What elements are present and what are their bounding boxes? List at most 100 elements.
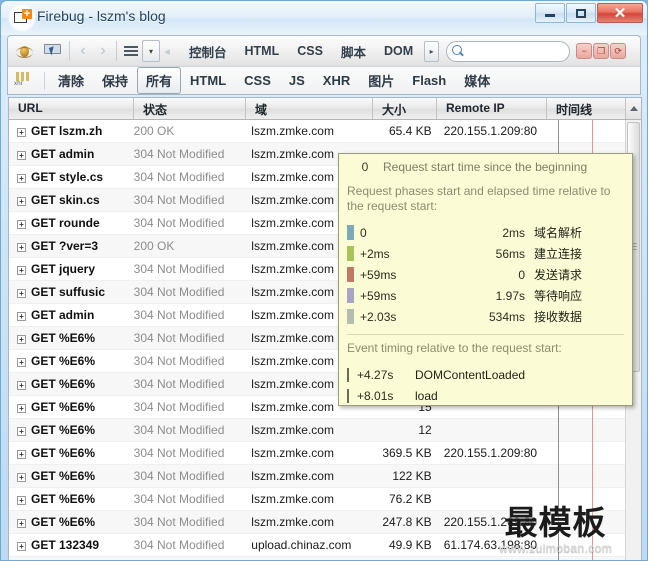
expand-icon[interactable]: + [17, 289, 26, 298]
expand-icon[interactable]: + [17, 496, 26, 505]
filter-all[interactable]: 所有 [137, 67, 182, 94]
cell-status: 304 Not Modified [133, 170, 225, 184]
fb-close-button[interactable]: ⟳ [610, 43, 627, 59]
table-row[interactable]: + GET %E6% 304 Not Modified lszm.zmke.com 76… [9, 488, 641, 511]
table-row[interactable]: + GET %E6% 304 Not Modified lszm.zmke.com 24… [9, 511, 641, 534]
maximize-button[interactable] [566, 3, 596, 23]
column-header-status[interactable]: 状态 [134, 98, 246, 119]
expand-icon[interactable]: + [17, 358, 26, 367]
cell-url: + GET jquery [9, 262, 134, 276]
expand-icon[interactable]: + [17, 220, 26, 229]
xhr-icon-label: xhr [14, 80, 24, 87]
column-header-timeline[interactable]: 时间线 [547, 98, 627, 119]
minimize-button[interactable] [535, 3, 565, 23]
column-header-domain[interactable]: 域 [246, 98, 373, 119]
cell-status: 304 Not Modified [133, 216, 225, 230]
tab-dom[interactable]: DOM [375, 40, 422, 62]
cell-status: 304 Not Modified [133, 492, 225, 506]
fb-detach-button[interactable]: ❐ [593, 43, 610, 59]
expand-icon[interactable]: + [17, 174, 26, 183]
search-icon [451, 44, 464, 58]
cell-url: + GET %E6% [9, 515, 134, 529]
table-row[interactable]: +GET 132349304 Not Modifiedupload.chinaz… [9, 557, 641, 560]
cell-remote-ip: 220.155.1.209:80 [443, 124, 538, 138]
table-row[interactable]: + GET %E6% 304 Not Modified lszm.zmke.com 36… [9, 442, 641, 465]
expand-icon[interactable]: + [17, 312, 26, 321]
cell-url: + GET admin [9, 147, 134, 161]
expand-icon[interactable]: + [17, 519, 26, 528]
expand-icon[interactable]: + [17, 266, 26, 275]
table-row[interactable]: + GET %E6% 304 Not Modified lszm.zmke.com 12… [9, 465, 641, 488]
phase-color-swatch [347, 267, 354, 282]
cell-domain: lszm.zmke.com [251, 423, 334, 437]
filter-flash[interactable]: Flash [403, 69, 455, 92]
tooltip-event-row: +4.27s DOMContentLoaded [347, 364, 624, 385]
table-row[interactable]: + GET lszm.zh 200 OK lszm.zmke.com 65.4 KB 22… [9, 120, 641, 143]
filter-xhr[interactable]: XHR [314, 69, 359, 92]
expand-icon[interactable]: + [17, 381, 26, 390]
expand-icon[interactable]: + [17, 151, 26, 160]
cell-domain: lszm.zmke.com [251, 492, 334, 506]
nav-forward-icon[interactable]: › [93, 40, 113, 62]
filter-media[interactable]: 媒体 [455, 67, 499, 94]
toolbar-divider [116, 41, 117, 61]
cell-status: 304 Not Modified [133, 354, 225, 368]
expand-icon[interactable]: + [17, 542, 26, 551]
window-title: Firebug - lszm's blog [37, 8, 166, 24]
cell-url: + GET %E6% [9, 446, 134, 460]
phase-name: 接收数据 [534, 310, 583, 324]
cell-domain: upload.chinaz.com [251, 538, 352, 552]
expand-icon[interactable]: + [17, 197, 26, 206]
tooltip-start-description: Request start time since the beginning [383, 160, 588, 174]
tab-console[interactable]: 控制台 [180, 38, 236, 65]
filter-css[interactable]: CSS [235, 69, 280, 92]
menu-icon[interactable] [120, 40, 142, 62]
toolbar-divider [44, 71, 45, 90]
tab-overflow-icon[interactable]: ▸ [424, 40, 440, 62]
tab-script[interactable]: 脚本 [332, 38, 375, 65]
phase-start: 0 [360, 225, 367, 240]
expand-icon[interactable]: + [17, 473, 26, 482]
tooltip-divider [347, 334, 624, 335]
phase-elapsed: 534ms [488, 309, 525, 324]
cell-url: + GET 132349 [9, 538, 134, 552]
nav-back-icon[interactable]: ‹ [73, 40, 93, 62]
expand-icon[interactable]: + [17, 128, 26, 137]
cell-remote-ip: 220.155.1.209:80 [443, 446, 538, 460]
cell-domain: lszm.zmke.com [251, 515, 334, 529]
tooltip-phases-intro: Request phases start and elapsed time re… [347, 184, 611, 213]
expand-icon[interactable]: + [17, 335, 26, 344]
expand-icon[interactable]: + [17, 450, 26, 459]
phase-elapsed: 56ms [495, 246, 525, 261]
expand-icon[interactable]: + [17, 427, 26, 436]
filter-js[interactable]: JS [280, 69, 314, 92]
clear-button[interactable]: 清除 [49, 67, 93, 94]
title-bar: + Firebug - lszm's blog ✕ [1, 1, 647, 35]
tooltip-phase-row: 0 2ms 域名解析 [347, 222, 624, 243]
event-name: DOMContentLoaded [415, 367, 526, 382]
search-field[interactable] [446, 40, 571, 62]
collapse-panel-icon[interactable]: ◂ [160, 45, 174, 58]
column-header-url[interactable]: URL [9, 98, 134, 119]
firebug-toolbar: ‹ › ▾ ◂ 控制台 HTML CSS 脚本 DOM ▸ − ❐ ⟳ [7, 35, 641, 66]
filter-images[interactable]: 图片 [359, 67, 403, 94]
column-header-size[interactable]: 大小 [373, 98, 437, 119]
cell-status: 304 Not Modified [133, 262, 225, 276]
filter-html[interactable]: HTML [181, 69, 235, 92]
column-header-remote-ip[interactable]: Remote IP [437, 98, 547, 119]
scroll-up-button[interactable] [625, 98, 641, 119]
tab-html[interactable]: HTML [236, 40, 289, 62]
search-input[interactable] [464, 42, 565, 60]
close-button[interactable]: ✕ [597, 3, 643, 23]
chevron-down-icon[interactable]: ▾ [142, 40, 160, 62]
bug-icon[interactable] [11, 39, 37, 63]
inspector-icon[interactable] [40, 39, 66, 63]
table-row[interactable]: +GET 132349304 Not Modified upload.chinaz… [9, 534, 641, 557]
tab-css[interactable]: CSS [288, 40, 332, 62]
persist-button[interactable]: 保持 [93, 67, 137, 94]
table-row[interactable]: + GET %E6% 304 Not Modified lszm.zmke.com 12 [9, 419, 641, 442]
expand-icon[interactable]: + [17, 404, 26, 413]
cell-status: 304 Not Modified [133, 538, 225, 552]
fb-minimize-button[interactable]: − [576, 43, 593, 59]
expand-icon[interactable]: + [17, 243, 26, 252]
